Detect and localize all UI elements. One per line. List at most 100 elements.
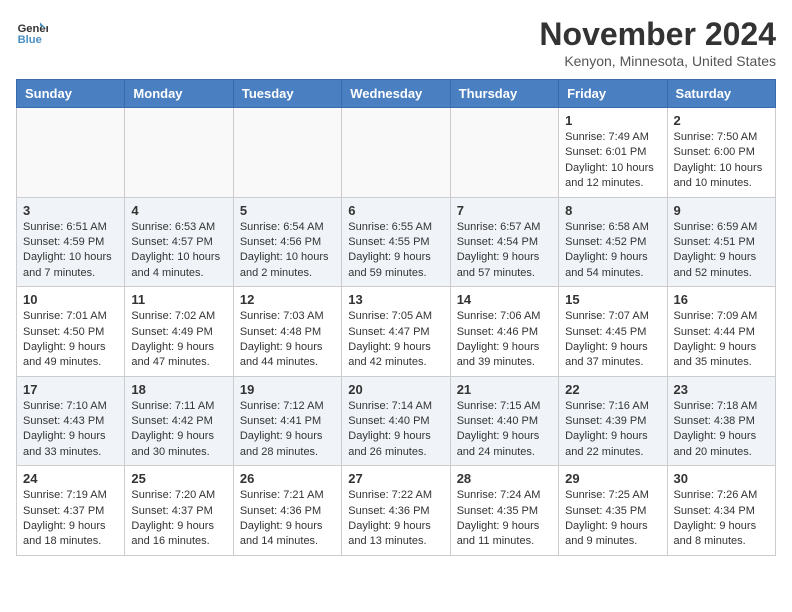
day-number: 1 xyxy=(565,113,660,128)
day-number: 2 xyxy=(674,113,769,128)
calendar-cell: 19 Sunrise: 7:12 AM Sunset: 4:41 PM Dayli… xyxy=(233,376,341,466)
calendar-cell xyxy=(17,108,125,198)
calendar-week-2: 3 Sunrise: 6:51 AM Sunset: 4:59 PM Daylig… xyxy=(17,197,776,287)
calendar-cell: 29Sunrise: 7:25 AM Sunset: 4:35 PM Dayli… xyxy=(559,466,667,556)
calendar-week-4: 17 Sunrise: 7:10 AM Sunset: 4:43 PM Dayli… xyxy=(17,376,776,466)
day-info: Sunrise: 7:20 AM Sunset: 4:37 PM Dayligh… xyxy=(131,488,226,550)
calendar-cell: 6 Sunrise: 6:55 AM Sunset: 4:55 PM Daylig… xyxy=(342,197,450,287)
day-number: 10 xyxy=(23,292,118,307)
calendar-cell: 27 Sunrise: 7:22 AM Sunset: 4:36 PM Dayli… xyxy=(342,466,450,556)
calendar-cell: 22 Sunrise: 7:16 AM Sunset: 4:39 PM Dayli… xyxy=(559,376,667,466)
day-info: Sunrise: 6:57 AM Sunset: 4:54 PM Dayligh… xyxy=(457,220,552,282)
calendar-cell: 14 Sunrise: 7:06 AM Sunset: 4:46 PM Dayli… xyxy=(450,287,558,377)
day-number: 27 xyxy=(348,471,443,486)
svg-text:Blue: Blue xyxy=(18,34,42,46)
day-info: Sunrise: 7:26 AM Sunset: 4:34 PM Dayligh… xyxy=(674,488,769,550)
day-info: Sunrise: 7:03 AM Sunset: 4:48 PM Dayligh… xyxy=(240,309,335,371)
location: Kenyon, Minnesota, United States xyxy=(539,53,776,69)
day-number: 3 xyxy=(23,203,118,218)
day-number: 19 xyxy=(240,382,335,397)
day-info: Sunrise: 6:55 AM Sunset: 4:55 PM Dayligh… xyxy=(348,220,443,282)
calendar-cell xyxy=(450,108,558,198)
calendar-cell: 12 Sunrise: 7:03 AM Sunset: 4:48 PM Dayli… xyxy=(233,287,341,377)
day-info: Sunrise: 7:25 AM Sunset: 4:35 PM Dayligh… xyxy=(565,488,660,550)
calendar-cell: 4 Sunrise: 6:53 AM Sunset: 4:57 PM Daylig… xyxy=(125,197,233,287)
day-info: Sunrise: 6:58 AM Sunset: 4:52 PM Dayligh… xyxy=(565,220,660,282)
day-info: Sunrise: 7:50 AM Sunset: 6:00 PM Dayligh… xyxy=(674,130,769,192)
logo-icon: General Blue xyxy=(16,16,48,48)
day-info: Sunrise: 7:06 AM Sunset: 4:46 PM Dayligh… xyxy=(457,309,552,371)
calendar-cell: 10 Sunrise: 7:01 AM Sunset: 4:50 PM Dayli… xyxy=(17,287,125,377)
weekday-header-saturday: Saturday xyxy=(667,80,775,108)
weekday-header-wednesday: Wednesday xyxy=(342,80,450,108)
calendar-cell: 3 Sunrise: 6:51 AM Sunset: 4:59 PM Daylig… xyxy=(17,197,125,287)
day-number: 23 xyxy=(674,382,769,397)
calendar-cell: 11Sunrise: 7:02 AM Sunset: 4:49 PM Dayli… xyxy=(125,287,233,377)
calendar-cell: 17 Sunrise: 7:10 AM Sunset: 4:43 PM Dayli… xyxy=(17,376,125,466)
day-info: Sunrise: 7:49 AM Sunset: 6:01 PM Dayligh… xyxy=(565,130,660,192)
day-info: Sunrise: 7:22 AM Sunset: 4:36 PM Dayligh… xyxy=(348,488,443,550)
day-number: 28 xyxy=(457,471,552,486)
day-number: 4 xyxy=(131,203,226,218)
calendar-week-3: 10 Sunrise: 7:01 AM Sunset: 4:50 PM Dayli… xyxy=(17,287,776,377)
calendar-cell: 5 Sunrise: 6:54 AM Sunset: 4:56 PM Daylig… xyxy=(233,197,341,287)
day-number: 13 xyxy=(348,292,443,307)
day-info: Sunrise: 7:18 AM Sunset: 4:38 PM Dayligh… xyxy=(674,399,769,461)
calendar-cell: 23 Sunrise: 7:18 AM Sunset: 4:38 PM Dayli… xyxy=(667,376,775,466)
weekday-header-sunday: Sunday xyxy=(17,80,125,108)
day-number: 30 xyxy=(674,471,769,486)
day-number: 11 xyxy=(131,292,226,307)
day-info: Sunrise: 7:01 AM Sunset: 4:50 PM Dayligh… xyxy=(23,309,118,371)
day-number: 22 xyxy=(565,382,660,397)
calendar-cell: 26 Sunrise: 7:21 AM Sunset: 4:36 PM Dayli… xyxy=(233,466,341,556)
calendar-cell: 18 Sunrise: 7:11 AM Sunset: 4:42 PM Dayli… xyxy=(125,376,233,466)
day-info: Sunrise: 7:15 AM Sunset: 4:40 PM Dayligh… xyxy=(457,399,552,461)
day-info: Sunrise: 7:11 AM Sunset: 4:42 PM Dayligh… xyxy=(131,399,226,461)
calendar-cell: 8Sunrise: 6:58 AM Sunset: 4:52 PM Daylig… xyxy=(559,197,667,287)
day-number: 26 xyxy=(240,471,335,486)
day-info: Sunrise: 7:05 AM Sunset: 4:47 PM Dayligh… xyxy=(348,309,443,371)
calendar-cell: 13 Sunrise: 7:05 AM Sunset: 4:47 PM Dayli… xyxy=(342,287,450,377)
calendar-table: SundayMondayTuesdayWednesdayThursdayFrid… xyxy=(16,79,776,556)
svg-text:General: General xyxy=(18,23,48,35)
calendar-cell xyxy=(342,108,450,198)
day-info: Sunrise: 7:16 AM Sunset: 4:39 PM Dayligh… xyxy=(565,399,660,461)
month-title: November 2024 xyxy=(539,16,776,53)
day-number: 16 xyxy=(674,292,769,307)
day-number: 7 xyxy=(457,203,552,218)
logo: General Blue xyxy=(16,16,48,48)
day-info: Sunrise: 6:53 AM Sunset: 4:57 PM Dayligh… xyxy=(131,220,226,282)
day-number: 12 xyxy=(240,292,335,307)
day-info: Sunrise: 6:54 AM Sunset: 4:56 PM Dayligh… xyxy=(240,220,335,282)
day-info: Sunrise: 7:07 AM Sunset: 4:45 PM Dayligh… xyxy=(565,309,660,371)
day-number: 14 xyxy=(457,292,552,307)
day-number: 21 xyxy=(457,382,552,397)
calendar-cell: 1 Sunrise: 7:49 AM Sunset: 6:01 PM Daylig… xyxy=(559,108,667,198)
day-info: Sunrise: 7:10 AM Sunset: 4:43 PM Dayligh… xyxy=(23,399,118,461)
calendar-cell: 7 Sunrise: 6:57 AM Sunset: 4:54 PM Daylig… xyxy=(450,197,558,287)
day-info: Sunrise: 7:12 AM Sunset: 4:41 PM Dayligh… xyxy=(240,399,335,461)
day-number: 6 xyxy=(348,203,443,218)
day-info: Sunrise: 6:51 AM Sunset: 4:59 PM Dayligh… xyxy=(23,220,118,282)
day-number: 9 xyxy=(674,203,769,218)
calendar-cell: 15 Sunrise: 7:07 AM Sunset: 4:45 PM Dayli… xyxy=(559,287,667,377)
calendar-cell: 20 Sunrise: 7:14 AM Sunset: 4:40 PM Dayli… xyxy=(342,376,450,466)
day-number: 25 xyxy=(131,471,226,486)
calendar-cell: 21 Sunrise: 7:15 AM Sunset: 4:40 PM Dayli… xyxy=(450,376,558,466)
weekday-header-thursday: Thursday xyxy=(450,80,558,108)
weekday-header-monday: Monday xyxy=(125,80,233,108)
day-number: 20 xyxy=(348,382,443,397)
day-number: 15 xyxy=(565,292,660,307)
calendar-cell: 30 Sunrise: 7:26 AM Sunset: 4:34 PM Dayli… xyxy=(667,466,775,556)
day-info: Sunrise: 7:19 AM Sunset: 4:37 PM Dayligh… xyxy=(23,488,118,550)
title-block: November 2024 Kenyon, Minnesota, United … xyxy=(539,16,776,69)
day-info: Sunrise: 7:09 AM Sunset: 4:44 PM Dayligh… xyxy=(674,309,769,371)
day-number: 5 xyxy=(240,203,335,218)
day-info: Sunrise: 7:14 AM Sunset: 4:40 PM Dayligh… xyxy=(348,399,443,461)
day-info: Sunrise: 7:21 AM Sunset: 4:36 PM Dayligh… xyxy=(240,488,335,550)
day-number: 18 xyxy=(131,382,226,397)
day-number: 17 xyxy=(23,382,118,397)
calendar-cell: 16 Sunrise: 7:09 AM Sunset: 4:44 PM Dayli… xyxy=(667,287,775,377)
calendar-cell: 9Sunrise: 6:59 AM Sunset: 4:51 PM Daylig… xyxy=(667,197,775,287)
weekday-header-row: SundayMondayTuesdayWednesdayThursdayFrid… xyxy=(17,80,776,108)
